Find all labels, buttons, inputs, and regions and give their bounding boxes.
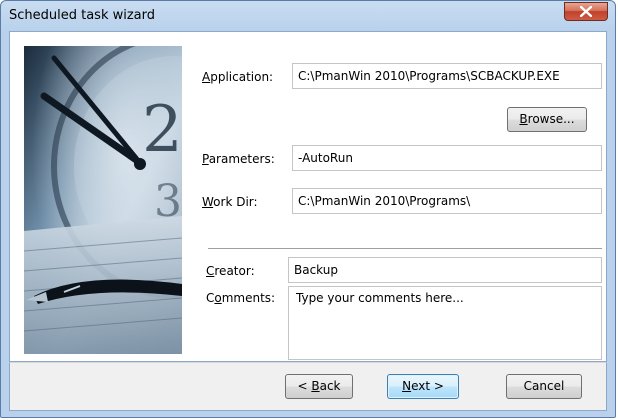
button-bar: < Back Next > Cancel — [9, 362, 607, 411]
comments-textarea[interactable]: Type your comments here... — [288, 286, 602, 360]
window-title: Scheduled task wizard — [9, 8, 156, 23]
next-button[interactable]: Next > — [387, 374, 459, 399]
back-button[interactable]: < Back — [285, 374, 353, 399]
creator-label: Creator: — [206, 264, 255, 278]
close-button[interactable] — [564, 2, 608, 21]
parameters-label: Parameters: — [202, 152, 275, 166]
cancel-button[interactable]: Cancel — [506, 374, 582, 399]
svg-text:2: 2 — [142, 93, 182, 167]
comments-placeholder: Type your comments here... — [296, 291, 464, 305]
application-label: Application: — [202, 70, 274, 84]
wizard-content: 2 3 Application: C:\PmanWin 2010\Program… — [9, 31, 607, 362]
wizard-window: Scheduled task wizard 2 3 Application: C… — [0, 0, 616, 418]
clock-and-pen-image: 2 3 — [24, 46, 182, 354]
parameters-field[interactable]: -AutoRun — [292, 145, 602, 171]
close-icon — [580, 6, 592, 17]
title-bar[interactable]: Scheduled task wizard — [1, 1, 615, 31]
browse-button[interactable]: Browse... — [507, 107, 587, 132]
work-dir-field[interactable]: C:\PmanWin 2010\Programs\ — [292, 188, 602, 214]
creator-field[interactable]: Backup — [288, 257, 602, 283]
work-dir-label: Work Dir: — [202, 195, 258, 209]
comments-label: Comments: — [206, 291, 276, 305]
separator — [208, 248, 602, 250]
application-field[interactable]: C:\PmanWin 2010\Programs\SCBACKUP.EXE — [292, 63, 602, 89]
